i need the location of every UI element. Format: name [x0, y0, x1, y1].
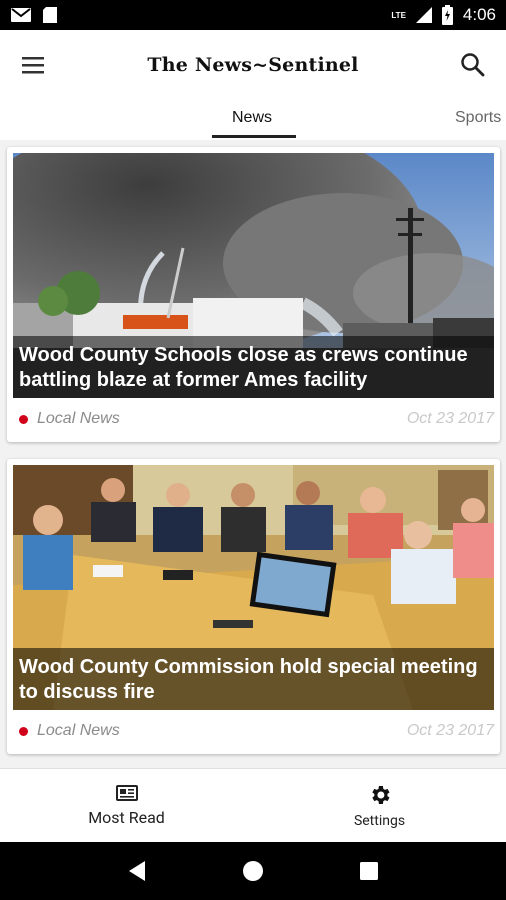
article-image-meeting[interactable]: Wood County Commission hold special meet…: [13, 465, 494, 710]
article-date: Oct 23 2017: [406, 410, 494, 427]
network-type: LTE: [391, 10, 406, 20]
nav-settings[interactable]: Settings: [253, 769, 506, 842]
signal-icon: [415, 7, 432, 23]
headline-overlay: Wood County Commission hold special meet…: [13, 648, 494, 710]
sd-card-icon: [43, 7, 57, 23]
gmail-icon: [11, 8, 31, 22]
article-category: Local News: [37, 722, 120, 739]
status-bar: LTE 4:06: [0, 0, 506, 30]
recents-icon[interactable]: [359, 861, 379, 881]
article-meta: Local News Oct 23 2017: [13, 714, 494, 748]
article-category: Local News: [37, 410, 120, 427]
article-card[interactable]: Wood County Commission hold special meet…: [7, 459, 500, 754]
article-image-fire[interactable]: Wood County Schools close as crews conti…: [13, 153, 494, 398]
settings-label: Settings: [353, 812, 406, 829]
article-card[interactable]: Wood County Schools close as crews conti…: [7, 147, 500, 442]
headline-overlay: Wood County Schools close as crews conti…: [13, 336, 494, 398]
article-date: Oct 23 2017: [406, 722, 494, 739]
app-bar: The News~Sentinel: [0, 30, 506, 100]
news-feed[interactable]: Wood County Schools close as crews conti…: [0, 140, 506, 768]
most-read-label: Most Read: [88, 808, 165, 827]
back-icon[interactable]: [127, 860, 147, 882]
menu-icon[interactable]: [20, 55, 46, 75]
tab-indicator: [212, 135, 296, 138]
category-dot-icon: [19, 726, 28, 736]
system-navigation-bar: [0, 842, 506, 900]
clock: 4:06: [462, 5, 496, 24]
newspaper-icon: [115, 785, 138, 801]
category-dot-icon: [19, 414, 28, 424]
article-meta: Local News Oct 23 2017: [13, 402, 494, 436]
masthead-logo: The News~Sentinel: [147, 54, 359, 76]
search-icon[interactable]: [460, 52, 486, 78]
tab-sports[interactable]: Sports: [455, 109, 501, 127]
nav-most-read[interactable]: Most Read: [0, 769, 253, 842]
battery-icon: [441, 5, 453, 25]
article-headline[interactable]: Wood County Schools close as crews conti…: [19, 343, 488, 393]
bottom-navigation: Most Read Settings: [0, 768, 506, 842]
tab-bar: News Sports: [0, 100, 506, 140]
tab-news[interactable]: News: [232, 109, 272, 127]
gear-icon: [371, 785, 389, 804]
home-icon[interactable]: [242, 860, 264, 882]
article-headline[interactable]: Wood County Commission hold special meet…: [19, 655, 488, 705]
